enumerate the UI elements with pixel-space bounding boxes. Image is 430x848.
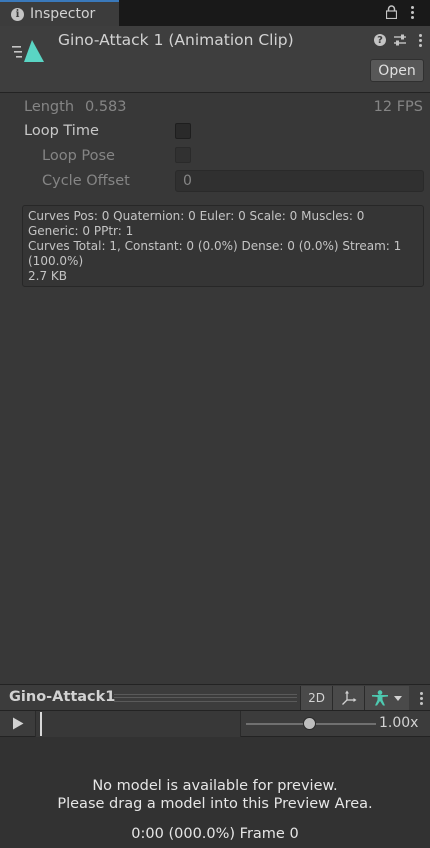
preview-message-line: Please drag a model into this Preview Ar… <box>57 796 373 812</box>
preview-menu-icon[interactable] <box>419 692 423 705</box>
preview-area[interactable]: No model is available for preview. Pleas… <box>0 737 430 848</box>
info-line: Curves Pos: 0 Quaternion: 0 Euler: 0 Sca… <box>28 209 365 223</box>
clip-title: Gino-Attack 1 (Animation Clip) <box>58 31 294 49</box>
avatar-icon <box>372 690 388 706</box>
fps-label: 12 FPS <box>373 99 423 115</box>
help-icon[interactable]: ? <box>374 34 386 46</box>
info-line: Generic: 0 PPtr: 1 <box>28 224 134 238</box>
pivot-icon <box>341 690 356 705</box>
play-icon[interactable] <box>12 717 24 730</box>
component-menu-icon[interactable] <box>418 34 422 47</box>
avatar-dropdown-button[interactable] <box>364 686 409 710</box>
preview-message: No model is available for preview. Pleas… <box>0 777 430 813</box>
cycle-offset-label: Cycle Offset <box>42 173 130 189</box>
open-button[interactable]: Open <box>370 59 424 82</box>
length-label: Length <box>24 99 75 115</box>
tab-menu-icon[interactable] <box>410 6 414 19</box>
preset-settings-icon[interactable] <box>393 33 407 47</box>
preview-timeline: 1.00x <box>0 711 430 737</box>
frame-readout: 0:00 (000.0%) Frame 0 <box>131 826 299 842</box>
info-line: (100.0%) <box>28 254 84 268</box>
loop-pose-label: Loop Pose <box>42 148 115 164</box>
speed-slider-thumb[interactable] <box>303 717 317 730</box>
info-line: Curves Total: 1, Constant: 0 (0.0%) Dens… <box>28 239 402 253</box>
chevron-down-icon <box>394 696 402 701</box>
playhead[interactable] <box>40 712 42 736</box>
2d-toggle-button[interactable]: 2D <box>300 686 332 710</box>
timeline-scrubber[interactable] <box>35 711 241 737</box>
inspector-header: Gino-Attack 1 (Animation Clip) ? Open <box>0 26 430 93</box>
preview-message-line: No model is available for preview. <box>92 778 338 794</box>
animation-clip-icon <box>12 40 44 62</box>
pivot-toggle-button[interactable] <box>332 686 364 710</box>
tab-inspector[interactable]: i Inspector <box>0 0 119 26</box>
lock-icon[interactable] <box>386 5 397 19</box>
info-icon: i <box>11 7 24 21</box>
loop-time-checkbox[interactable] <box>175 123 191 139</box>
loop-pose-checkbox <box>175 147 191 163</box>
tab-bar: i Inspector <box>0 0 430 26</box>
preview-toolbar: Gino-Attack1 2D <box>0 684 430 711</box>
info-line: 2.7 KB <box>28 269 67 283</box>
loop-time-label: Loop Time <box>24 123 99 139</box>
preview-title: Gino-Attack1 <box>9 689 116 705</box>
speed-value: 1.00x <box>379 715 419 731</box>
preview-drag-handle[interactable] <box>114 694 297 702</box>
length-value: 0.583 <box>85 99 127 115</box>
tab-label: Inspector <box>30 6 96 22</box>
curves-info-box: Curves Pos: 0 Quaternion: 0 Euler: 0 Sca… <box>22 205 424 287</box>
cycle-offset-field: 0 <box>175 170 424 192</box>
